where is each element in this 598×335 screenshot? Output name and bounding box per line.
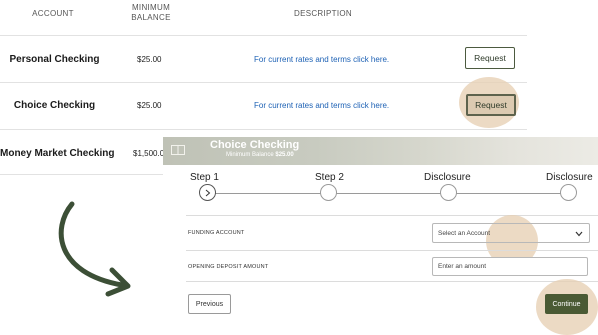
funding-account-label: FUNDING ACCOUNT: [188, 230, 245, 236]
step-circle: [440, 184, 457, 201]
step-label: Disclosure: [546, 172, 593, 183]
divider: [0, 174, 163, 175]
product-name: Choice Checking: [13, 100, 96, 111]
stepper-line: [208, 193, 569, 194]
funding-account-select[interactable]: Select an Account: [432, 223, 590, 243]
header-minimum-balance: MINIMUM BALANCE: [131, 3, 171, 22]
product-name: Money Market Checking: [0, 148, 115, 159]
divider: [186, 281, 598, 282]
minimum-balance-value: $25.00: [137, 101, 162, 110]
subtitle-value: $25.00: [275, 152, 294, 158]
open-account-panel: Choice Checking Minimum Balance $25.00 S…: [163, 137, 598, 335]
chevron-right-icon: [205, 189, 211, 197]
curved-arrow-icon: [58, 201, 131, 297]
chevron-down-icon: [575, 231, 583, 237]
product-name: Personal Checking: [9, 54, 100, 65]
request-button[interactable]: Request: [466, 94, 516, 116]
divider: [186, 215, 598, 216]
header-description: DESCRIPTION: [294, 9, 352, 18]
header-account: ACCOUNT: [32, 9, 74, 18]
divider: [0, 129, 527, 130]
step-circle: [560, 184, 577, 201]
step-label: Step 2: [315, 172, 344, 183]
rates-terms-link[interactable]: For current rates and terms click here.: [254, 55, 389, 64]
panel-banner: Choice Checking Minimum Balance $25.00: [163, 137, 598, 165]
divider: [0, 82, 527, 83]
request-button[interactable]: Request: [465, 47, 515, 69]
subtitle-label: Minimum Balance: [226, 152, 274, 158]
step-circle-current: [199, 184, 216, 201]
minimum-balance-value: $1,500.0: [133, 149, 165, 158]
select-placeholder: Select an Account: [438, 229, 491, 237]
opening-deposit-input[interactable]: Enter an amount: [432, 257, 588, 276]
opening-deposit-label: OPENING DEPOSIT AMOUNT: [188, 264, 269, 270]
input-placeholder: Enter an amount: [438, 263, 487, 270]
divider: [186, 250, 598, 251]
divider: [0, 35, 527, 36]
step-label: Disclosure: [424, 172, 471, 183]
panel-subtitle: Minimum Balance $25.00: [226, 152, 294, 158]
continue-button[interactable]: Continue: [545, 294, 588, 314]
minimum-balance-value: $25.00: [137, 55, 162, 64]
rates-terms-link[interactable]: For current rates and terms click here.: [254, 101, 389, 110]
step-label: Step 1: [190, 172, 219, 183]
panel-title: Choice Checking: [210, 139, 300, 151]
book-icon: [171, 145, 185, 155]
step-circle: [320, 184, 337, 201]
previous-button[interactable]: Previous: [188, 294, 231, 314]
